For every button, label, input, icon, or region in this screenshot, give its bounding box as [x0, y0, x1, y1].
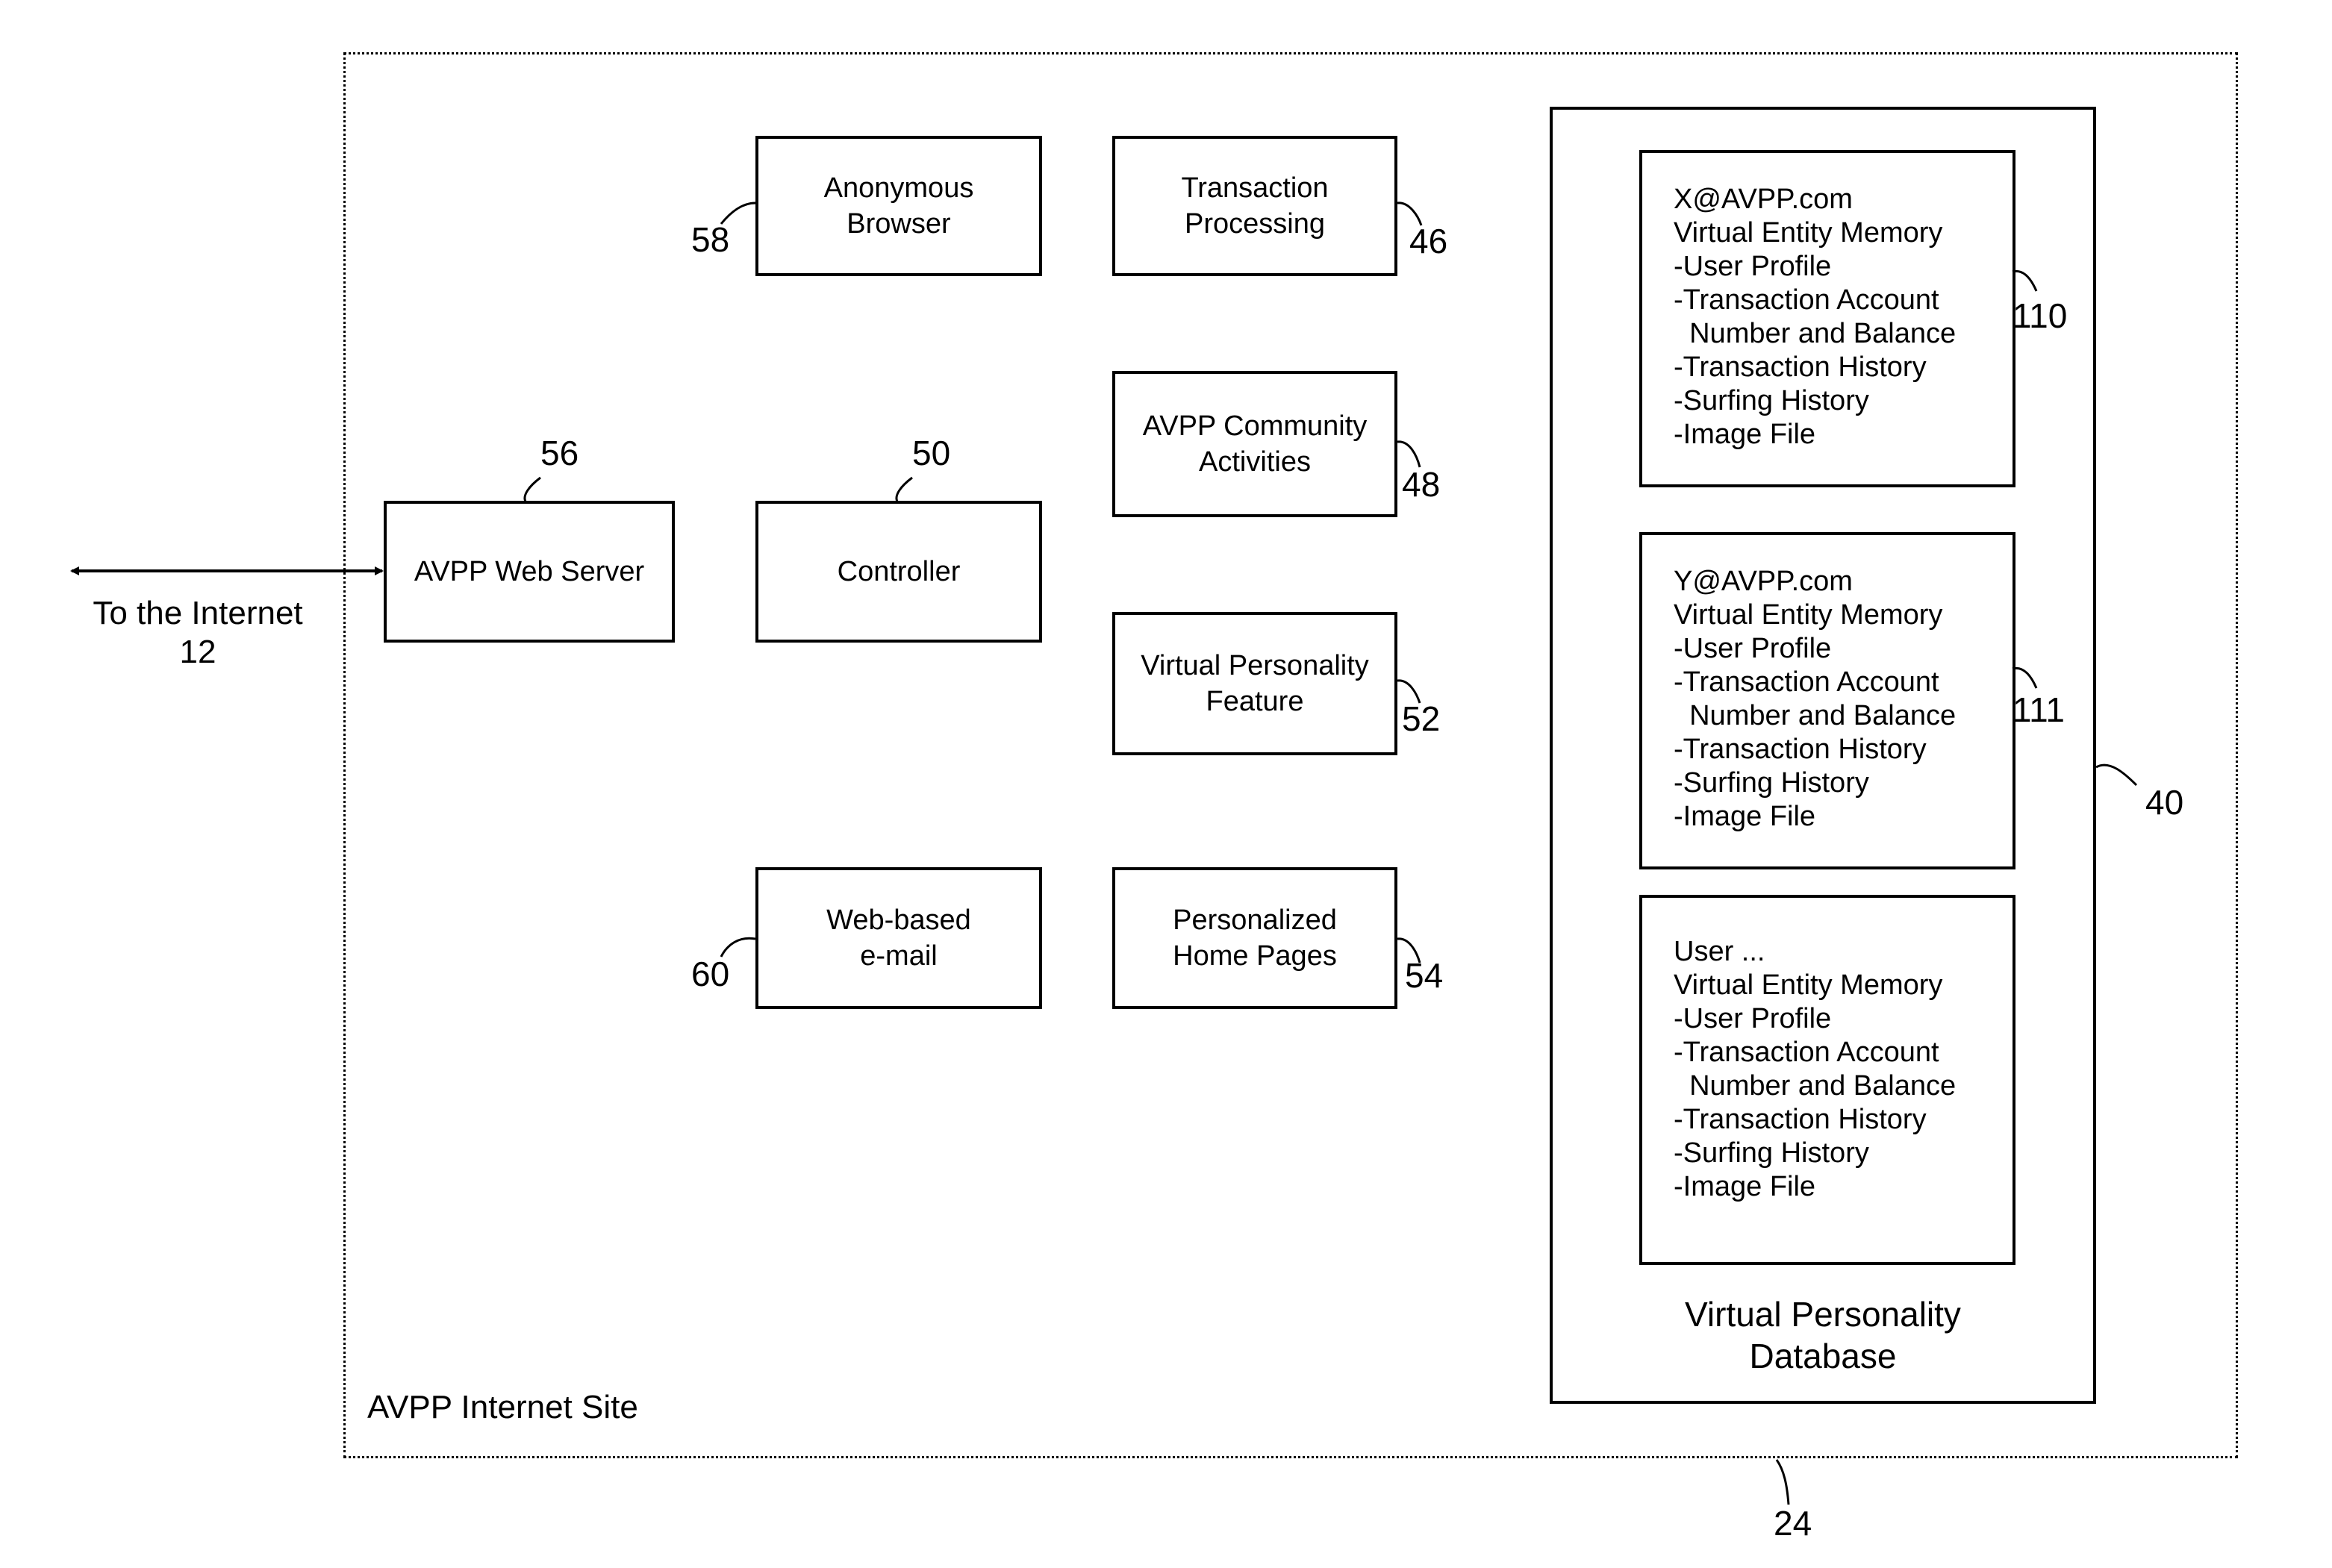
database-caption-line2: Database [1749, 1337, 1897, 1375]
transaction-processing-block: Transaction Processing [1112, 136, 1397, 276]
entry-line: Virtual Entity Memory [1674, 969, 1943, 1001]
entry-line: Number and Balance [1674, 318, 1957, 349]
web-server-ref-number: 56 [540, 434, 579, 472]
anonymous-browser-block: Anonymous Browser [755, 136, 1042, 276]
home-pages-ref-number: 54 [1405, 956, 1444, 995]
entry-line: Virtual Entity Memory [1674, 599, 1943, 631]
entry-ref-number: 110 [2013, 296, 2068, 335]
entry-line: -Transaction History [1674, 352, 1927, 383]
entry-line: -User Profile [1674, 251, 1832, 282]
entry-line: -Transaction History [1674, 734, 1927, 765]
transaction-processing-label: Transaction Processing [1181, 172, 1329, 240]
database-ref-number: 40 [2145, 783, 2184, 822]
controller-label: Controller [837, 556, 961, 587]
anonymous-browser-label: Anonymous Browser [823, 172, 974, 240]
entry-line: Number and Balance [1674, 1070, 1957, 1102]
entry-ref-number: 111 [2013, 690, 2065, 729]
entry-line: User ... [1674, 936, 1765, 967]
controller-block: Controller [755, 501, 1042, 643]
web-email-label: Web-based e-mail [826, 905, 971, 972]
entry-line: -Image File [1674, 419, 1816, 450]
web-server-block: AVPP Web Server [384, 501, 675, 643]
database-entry: User ... Virtual Entity Memory -User Pro… [1639, 895, 2015, 1265]
site-leader [1775, 1459, 1790, 1505]
community-activities-ref-number: 48 [1402, 465, 1441, 504]
entry-line: -Surfing History [1674, 385, 1869, 416]
site-title: AVPP Internet Site [367, 1389, 638, 1425]
web-email-block: Web-based e-mail [755, 867, 1042, 1009]
anonymous-browser-ref-number: 58 [691, 220, 730, 259]
entry-line: -Transaction Account [1674, 284, 1939, 316]
entry-line: -Image File [1674, 801, 1816, 832]
entry-line: -Surfing History [1674, 767, 1869, 799]
community-activities-block: AVPP Community Activities [1112, 371, 1397, 517]
vp-feature-block: Virtual Personality Feature [1112, 612, 1397, 755]
entry-line: Virtual Entity Memory [1674, 217, 1943, 249]
database-entry: Y@AVPP.com Virtual Entity Memory -User P… [1639, 532, 2015, 869]
entry-line: -Transaction Account [1674, 666, 1939, 698]
community-activities-label: AVPP Community Activities [1142, 410, 1368, 478]
entry-line: -Transaction History [1674, 1104, 1927, 1135]
entry-lines: Y@AVPP.com Virtual Entity Memory -User P… [1674, 565, 1956, 834]
entry-line: Y@AVPP.com [1674, 566, 1853, 597]
controller-ref-number: 50 [912, 434, 951, 472]
site-ref-number: 24 [1774, 1504, 1812, 1543]
entry-line: -Transaction Account [1674, 1037, 1939, 1068]
internet-label: To the Internet [93, 595, 303, 631]
vp-feature-ref-number: 52 [1402, 699, 1441, 738]
entry-line: X@AVPP.com [1674, 184, 1853, 215]
web-email-ref-number: 60 [691, 955, 730, 993]
database-entry: X@AVPP.com Virtual Entity Memory -User P… [1639, 150, 2015, 487]
vp-feature-label: Virtual Personality Feature [1141, 650, 1369, 717]
entry-line: Number and Balance [1674, 700, 1957, 731]
database-caption-line1: Virtual Personality [1685, 1295, 1961, 1334]
home-pages-label: Personalized Home Pages [1173, 905, 1337, 972]
home-pages-block: Personalized Home Pages [1112, 867, 1397, 1009]
entry-line: -Image File [1674, 1171, 1816, 1202]
entry-lines: X@AVPP.com Virtual Entity Memory -User P… [1674, 183, 1956, 452]
transaction-processing-ref-number: 46 [1409, 222, 1448, 260]
entry-lines: User ... Virtual Entity Memory -User Pro… [1674, 935, 1956, 1204]
entry-line: -User Profile [1674, 1003, 1832, 1034]
entry-line: -Surfing History [1674, 1137, 1869, 1169]
web-server-label: AVPP Web Server [414, 556, 645, 587]
entry-line: -User Profile [1674, 633, 1832, 664]
internet-ref-number: 12 [179, 634, 216, 670]
